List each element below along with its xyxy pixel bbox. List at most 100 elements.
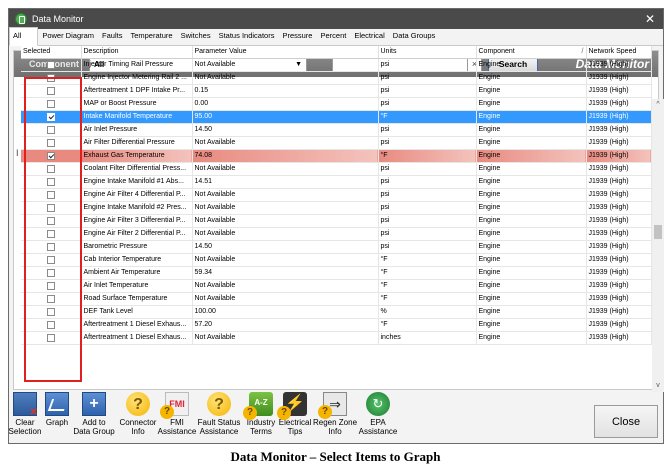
select-checkbox[interactable] [46, 255, 55, 264]
table-row[interactable]: Engine Intake Manifold #2 Pres... Not Ava… [21, 201, 652, 215]
scroll-up-icon[interactable]: ^ [652, 99, 664, 111]
column-header-parameter-value[interactable]: Parameter Value [192, 46, 379, 59]
table-row[interactable]: Engine Air Filter 2 Differential P... Not… [21, 227, 652, 241]
column-header-component[interactable]: Component / [476, 46, 587, 59]
epa-icon: ↻ [366, 392, 390, 416]
tab-pressure[interactable]: Pressure [278, 27, 316, 45]
table-row[interactable]: Cab Interior Temperature Not Available °F E… [21, 253, 652, 267]
selected-cell [21, 58, 82, 72]
question-badge-icon: ? [277, 406, 291, 420]
parameter-value-cell: 74.08 [192, 149, 379, 163]
select-checkbox[interactable] [46, 60, 55, 69]
select-checkbox[interactable] [46, 164, 55, 173]
table-row[interactable]: Air Inlet Temperature Not Available °F Engi… [21, 279, 652, 293]
table-row[interactable]: Engine Air Filter 3 Differential P... Not… [21, 214, 652, 228]
tab-temperature[interactable]: Temperature [126, 27, 176, 45]
select-checkbox[interactable] [46, 203, 55, 212]
select-checkbox[interactable] [46, 151, 55, 160]
selected-cell [21, 97, 82, 111]
epa-assistance-button[interactable]: ↻ EPA Assistance [358, 390, 398, 444]
component-cell: Engine [476, 292, 587, 306]
select-checkbox[interactable] [46, 112, 55, 121]
description-cell: Engine Air Filter 3 Differential P... [81, 214, 193, 228]
network-speed-cell: J1939 (High) [586, 58, 652, 72]
table-row[interactable]: Air Filter Differential Pressure Not Avai… [21, 136, 652, 150]
graph-button[interactable]: Graph [42, 390, 72, 444]
units-cell: psi [378, 162, 477, 176]
units-cell: psi [378, 214, 477, 228]
parameter-table: Selected Description Parameter Value Uni… [21, 46, 652, 345]
electrical-tips-button[interactable]: ⚡? Electrical Tips [277, 390, 312, 444]
select-checkbox[interactable] [46, 268, 55, 277]
table-row[interactable]: Aftertreatment 1 Diesel Exhaus... Not Ava… [21, 331, 652, 345]
table-row[interactable]: Injector Timing Rail Pressure Not Availab… [21, 58, 652, 72]
table-row[interactable]: MAP or Boost Pressure 0.00 psi Engine J1939 … [21, 97, 652, 111]
table-row[interactable]: Engine Injector Metering Rail 2 ... Not A… [21, 71, 652, 85]
scroll-thumb[interactable] [654, 225, 662, 239]
select-checkbox[interactable] [46, 333, 55, 342]
table-row[interactable]: Engine Air Filter 4 Differential P... Not… [21, 188, 652, 202]
industry-terms-button[interactable]: A-Z? Industry Terms [243, 390, 278, 444]
column-header-units[interactable]: Units [378, 46, 477, 59]
component-cell: Engine [476, 279, 587, 293]
selected-cell [21, 227, 82, 241]
connector-info-button[interactable]: ? Connector Info [116, 390, 160, 444]
select-checkbox[interactable] [46, 216, 55, 225]
table-row[interactable]: Ambient Air Temperature 59.34 °F Engine J193… [21, 266, 652, 280]
table-row[interactable]: Air Inlet Pressure 14.50 psi Engine J1939 (H… [21, 123, 652, 137]
tab-electrical[interactable]: Electrical [350, 27, 388, 45]
tab-data-groups[interactable]: Data Groups [389, 27, 440, 45]
tab-percent[interactable]: Percent [316, 27, 350, 45]
select-checkbox[interactable] [46, 190, 55, 199]
bottom-toolbar: Clear SelectionGraph+Add to Data Group?C… [8, 390, 664, 444]
select-checkbox[interactable] [46, 177, 55, 186]
close-button[interactable]: Close [594, 405, 658, 438]
fmi-assistance-button[interactable]: FMI? FMI Assistance [158, 390, 196, 444]
units-cell: psi [378, 58, 477, 72]
table-row[interactable]: DEF Tank Level 100.00% Engine J1939 (High) [21, 305, 652, 319]
window-close-icon[interactable]: ✕ [643, 12, 657, 26]
select-checkbox[interactable] [46, 138, 55, 147]
network-speed-cell: J1939 (High) [586, 227, 652, 241]
table-row[interactable]: Coolant Filter Differential Press... Not … [21, 162, 652, 176]
fault-status-assistance-button[interactable]: ? Fault Status Assistance [194, 390, 244, 444]
select-checkbox[interactable] [46, 294, 55, 303]
tab-power-diagram[interactable]: Power Diagram [38, 27, 98, 45]
tab-all[interactable]: All [9, 27, 39, 46]
column-header-network-speed[interactable]: Network Speed [586, 46, 652, 59]
column-header-description[interactable]: Description [81, 46, 193, 59]
regen-zone-info-button[interactable]: ⇒? Regen Zone Info [312, 390, 358, 444]
table-row[interactable]: Barometric Pressure 14.50 psi Engine J1939 (… [21, 240, 652, 254]
table-row[interactable]: Aftertreatment 1 Diesel Exhaus... 57.20 °F… [21, 318, 652, 332]
regen-zone-icon: ⇒? [318, 392, 347, 419]
select-checkbox[interactable] [46, 99, 55, 108]
parameter-value-cell: Not Available [192, 71, 379, 85]
column-header-selected[interactable]: Selected [21, 46, 82, 59]
units-cell: psi [378, 188, 477, 202]
description-cell: Cab Interior Temperature [81, 253, 193, 267]
table-row[interactable]: Exhaust Gas Temperature 74.08 °F Engine J193… [21, 149, 652, 163]
description-cell: Engine Intake Manifold #1 Abs... [81, 175, 193, 189]
table-row[interactable]: Road Surface Temperature Not Available °F E… [21, 292, 652, 306]
select-checkbox[interactable] [46, 73, 55, 82]
table-row[interactable]: Engine Intake Manifold #1 Abs... 14.51 psi… [21, 175, 652, 189]
parameter-value-cell: 95.00 [192, 110, 379, 124]
clear-selection-button[interactable]: Clear Selection [8, 390, 42, 444]
select-checkbox[interactable] [46, 242, 55, 251]
tab-status-indicators[interactable]: Status Indicators [215, 27, 279, 45]
tab-faults[interactable]: Faults [98, 27, 126, 45]
add-to-data-group-button[interactable]: + Add to Data Group [72, 390, 116, 444]
select-checkbox[interactable] [46, 125, 55, 134]
tab-switches[interactable]: Switches [177, 27, 215, 45]
table-row[interactable]: Aftertreatment 1 DPF Intake Pr... 0.15 psi… [21, 84, 652, 98]
network-speed-cell: J1939 (High) [586, 175, 652, 189]
select-checkbox[interactable] [46, 86, 55, 95]
select-checkbox[interactable] [46, 307, 55, 316]
table-row[interactable]: Intake Manifold Temperature 95.00 °F Engine… [21, 110, 652, 124]
select-checkbox[interactable] [46, 281, 55, 290]
vertical-scrollbar[interactable]: ^ v [652, 99, 664, 392]
select-checkbox[interactable] [46, 320, 55, 329]
select-checkbox[interactable] [46, 229, 55, 238]
selected-cell [21, 175, 82, 189]
clear-selection-icon [13, 392, 38, 418]
